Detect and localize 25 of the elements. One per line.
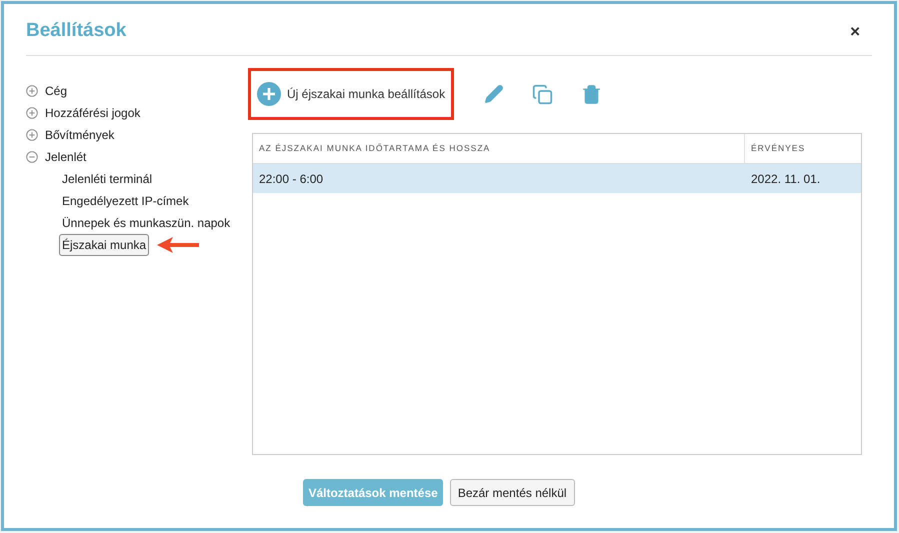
column-header: ÉRVÉNYES	[750, 142, 806, 156]
close-without-saving-button[interactable]: Bezár mentés nélkül	[450, 479, 575, 506]
close-button[interactable]: ×	[850, 18, 860, 44]
tree-item[interactable]: Ünnepek és munkaszün. napok	[59, 214, 234, 232]
tree-item[interactable]: Jelenléti terminál	[59, 170, 156, 188]
table-cell-text: 22:00 - 6:00	[258, 170, 324, 188]
plus-icon	[257, 82, 281, 106]
trash-icon	[581, 84, 602, 104]
column-header: AZ ÉJSZAKAI MUNKA IDŐTARTAMA ÉS HOSSZA	[253, 134, 745, 163]
tree-item[interactable]: Bővítmények	[45, 126, 114, 144]
dialog-title: Beállítások	[26, 19, 126, 44]
tree-item[interactable]: Engedélyezett IP-címek	[59, 192, 192, 210]
tree-item[interactable]: Cég	[45, 82, 68, 100]
expand-icon[interactable]	[26, 129, 38, 141]
expand-icon[interactable]	[26, 85, 38, 97]
table-cell-text: 2022. 11. 01.	[750, 170, 822, 188]
tree-item[interactable]: Hozzáférési jogok	[45, 104, 140, 122]
table-row[interactable]: 22:00 - 6:00 2022. 11. 01.	[253, 164, 861, 193]
pencil-icon	[484, 84, 504, 104]
tree-item[interactable]: Éjszakai munka	[59, 234, 150, 256]
expand-icon[interactable]	[26, 107, 38, 119]
collapse-icon[interactable]	[26, 151, 38, 163]
copy-icon	[532, 84, 554, 104]
tree-item[interactable]: Jelenlét	[45, 148, 86, 166]
add-night-work-button[interactable]: Új éjszakai munka beállítások	[248, 68, 454, 120]
